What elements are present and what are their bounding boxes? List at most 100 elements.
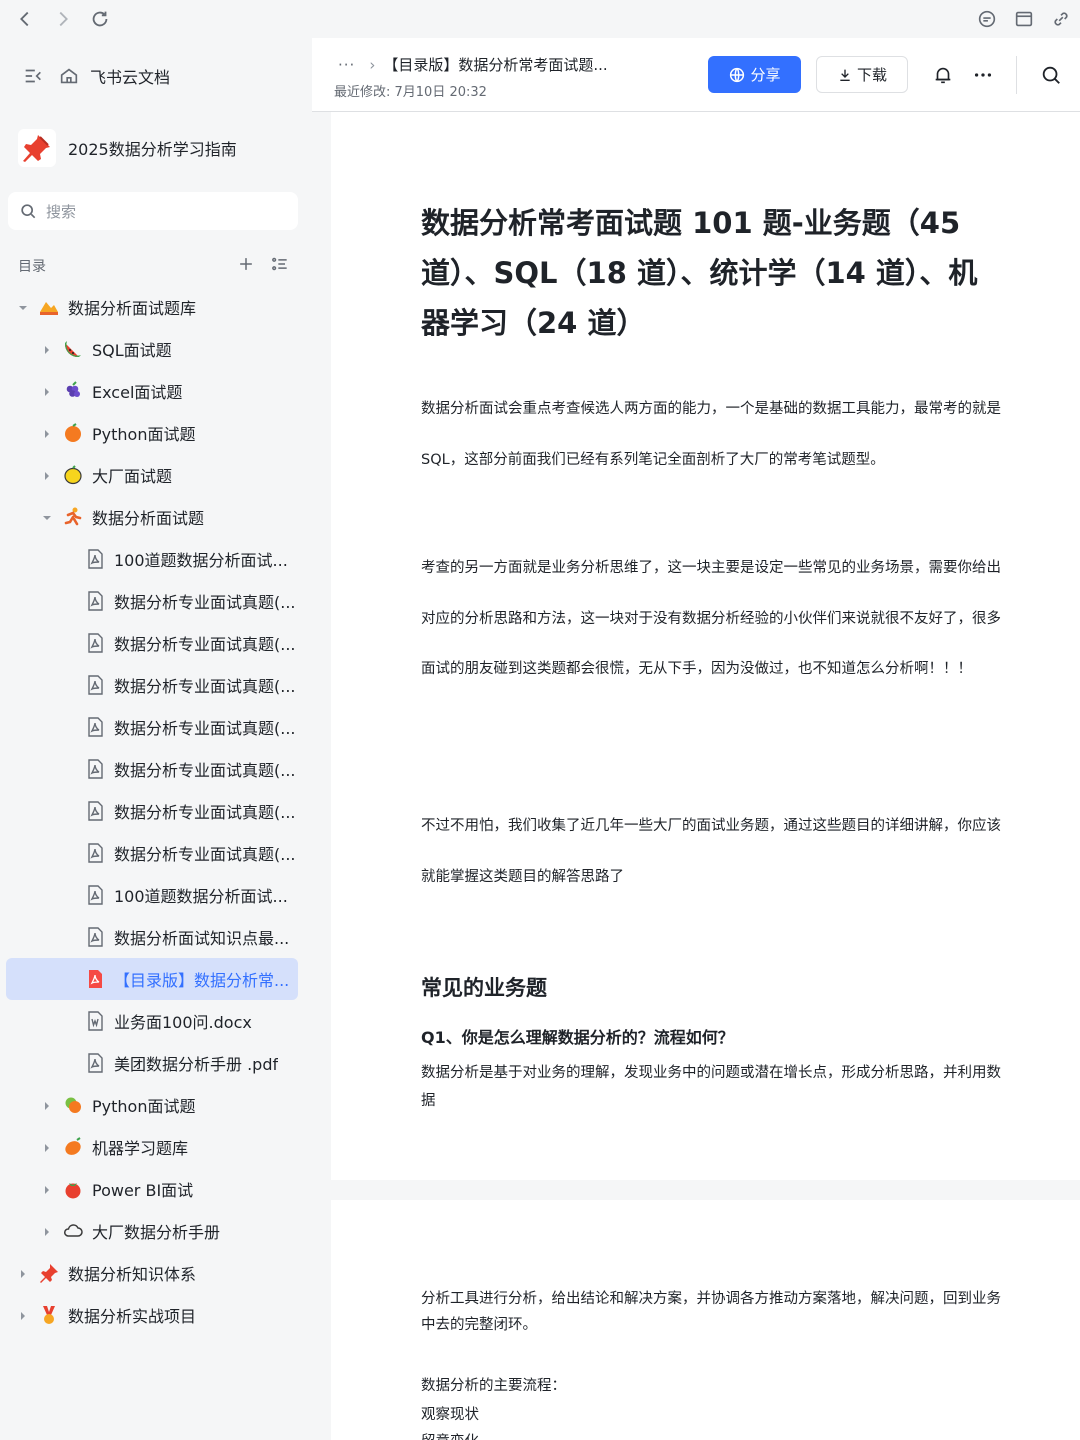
doc-title: 数据分析常考面试题 101 题-业务题（45 道）、SQL（18 道）、统计学（… [421,206,978,340]
tree-node-label: 数据分析面试题 [92,509,205,528]
caret-right-icon[interactable] [40,1140,54,1154]
tree-node-label: 大厂面试题 [92,467,173,486]
home-icon[interactable] [58,65,80,87]
search-icon [18,201,38,221]
tree-node[interactable]: 业务面100问.docx [6,1000,298,1042]
pdf-icon [84,590,106,612]
lemon-icon [62,464,84,486]
chevron-right-icon: › [369,55,376,74]
caret-down-icon[interactable] [40,510,54,524]
tree-node[interactable]: 100道题数据分析面试... [6,874,298,916]
paragraph-5: 分析工具进行分析，给出结论和解决方案，并协调各方推动方案落地，解决问题，回到业务… [421,1291,1001,1333]
tree-node[interactable]: 数据分析专业面试真题(... [6,832,298,874]
paragraph-7: 观察现状 [421,1407,479,1423]
tree-node[interactable]: 大厂数据分析手册 [6,1210,298,1252]
download-button[interactable]: 下载 [816,56,908,93]
forward-icon[interactable] [52,8,74,30]
caret-right-icon[interactable] [16,1308,30,1322]
tree-node[interactable]: 数据分析专业面试真题(... [6,706,298,748]
tree-node-label: 数据分析专业面试真题(... [114,677,296,696]
tree-node-label: 数据分析知识体系 [68,1265,197,1284]
book-header[interactable]: 2025数据分析学习指南 [18,128,237,168]
tree-node[interactable]: 数据分析专业面试真题(... [6,790,298,832]
pdf-icon [84,884,106,906]
book-title: 2025数据分析学习指南 [68,140,237,159]
cloud-icon [62,1220,84,1242]
plus-icon[interactable] [236,254,256,278]
tree-node-label: 【目录版】数据分析常... [114,971,290,990]
bell-icon[interactable] [932,64,954,86]
pdf-icon [84,548,106,570]
tree-node[interactable]: 美团数据分析手册 .pdf [6,1042,298,1084]
link-icon[interactable] [1050,8,1072,30]
caret-right-icon[interactable] [40,426,54,440]
tree-node[interactable]: 机器学习题库 [6,1126,298,1168]
tree-node[interactable]: 【目录版】数据分析常... [6,958,298,1000]
pdf-icon [84,926,106,948]
browser-toolbar [0,0,1080,38]
tree-node[interactable]: 数据分析面试题 [6,496,298,538]
home-row[interactable]: 飞书云文档 [22,64,170,88]
back-icon[interactable] [14,8,36,30]
search-doc-icon[interactable] [1040,64,1062,86]
outline-icon[interactable] [270,254,290,278]
tree-node[interactable]: 数据分析专业面试真题(... [6,622,298,664]
caret-right-icon[interactable] [40,342,54,356]
collapse-sidebar-icon[interactable] [22,65,44,87]
word-icon [84,1010,106,1032]
section-heading: 常见的业务题 [421,976,547,1000]
tree-node-label: Python面试题 [92,1097,196,1116]
pdf-red-icon [84,968,106,990]
tree-node[interactable]: 数据分析专业面试真题(... [6,664,298,706]
tree-node-label: 数据分析专业面试真题(... [114,635,296,654]
caret-right-icon[interactable] [40,1098,54,1112]
hand-icon [38,296,60,318]
tree-node[interactable]: 数据分析专业面试真题(... [6,580,298,622]
tree-node[interactable]: 数据分析实战项目 [6,1294,298,1336]
tree-node[interactable]: 100道题数据分析面试... [6,538,298,580]
toc-header: 目录 [18,254,290,278]
caret-right-icon[interactable] [40,1224,54,1238]
caret-right-icon[interactable] [40,384,54,398]
tree-node[interactable]: 数据分析面试题库 [6,286,298,328]
toc-label: 目录 [18,259,46,275]
reload-icon[interactable] [89,8,111,30]
pdf-icon [84,632,106,654]
paragraph-3: 不过不用怕，我们收集了近几年一些大厂的面试业务题，通过这些题目的详细讲解，你应该… [421,818,1001,885]
breadcrumb-current[interactable]: 【目录版】数据分析常考面试题... [383,54,607,75]
chat-icon[interactable] [976,8,998,30]
tree-node[interactable]: 数据分析专业面试真题(... [6,748,298,790]
tree-node-label: Excel面试题 [92,383,183,402]
tree-node[interactable]: 数据分析知识体系 [6,1252,298,1294]
home-label[interactable]: 飞书云文档 [90,64,170,88]
paragraph-4: 数据分析是基于对业务的理解，发现业务中的问题或潜在增长点，形成分析思路，并利用数… [421,1065,1001,1109]
tree-node-label: Python面试题 [92,425,196,444]
running-icon [62,506,84,528]
caret-right-icon[interactable] [40,468,54,482]
tree-node[interactable]: Python面试题 [6,412,298,454]
share-button[interactable]: 分享 [708,56,801,93]
grape-icon [62,380,84,402]
tree-node-label: 数据分析专业面试真题(... [114,845,296,864]
fruit-icon [62,1094,84,1116]
pdf-icon [84,758,106,780]
paragraph-8: 留意变化 [421,1430,479,1440]
tree-node-label: 100道题数据分析面试... [114,551,288,570]
tree-node-label: SQL面试题 [92,341,172,360]
tree-node[interactable]: Excel面试题 [6,370,298,412]
tree-node[interactable]: 数据分析面试知识点最... [6,916,298,958]
caret-down-icon[interactable] [16,300,30,314]
caret-right-icon[interactable] [40,1182,54,1196]
download-icon [840,69,850,81]
last-modified: 最近修改: 7月10日 20:32 [334,85,487,100]
tree-node[interactable]: Power BI面试 [6,1168,298,1210]
breadcrumb-more[interactable]: ··· [338,56,355,74]
caret-right-icon[interactable] [16,1266,30,1280]
pdf-icon [84,842,106,864]
tree-node[interactable]: 大厂面试题 [6,454,298,496]
tree-node[interactable]: SQL面试题 [6,328,298,370]
window-icon[interactable] [1013,8,1035,30]
search-input[interactable]: 搜索 [8,192,298,230]
tree-node[interactable]: Python面试题 [6,1084,298,1126]
more-options-icon[interactable] [972,64,994,86]
